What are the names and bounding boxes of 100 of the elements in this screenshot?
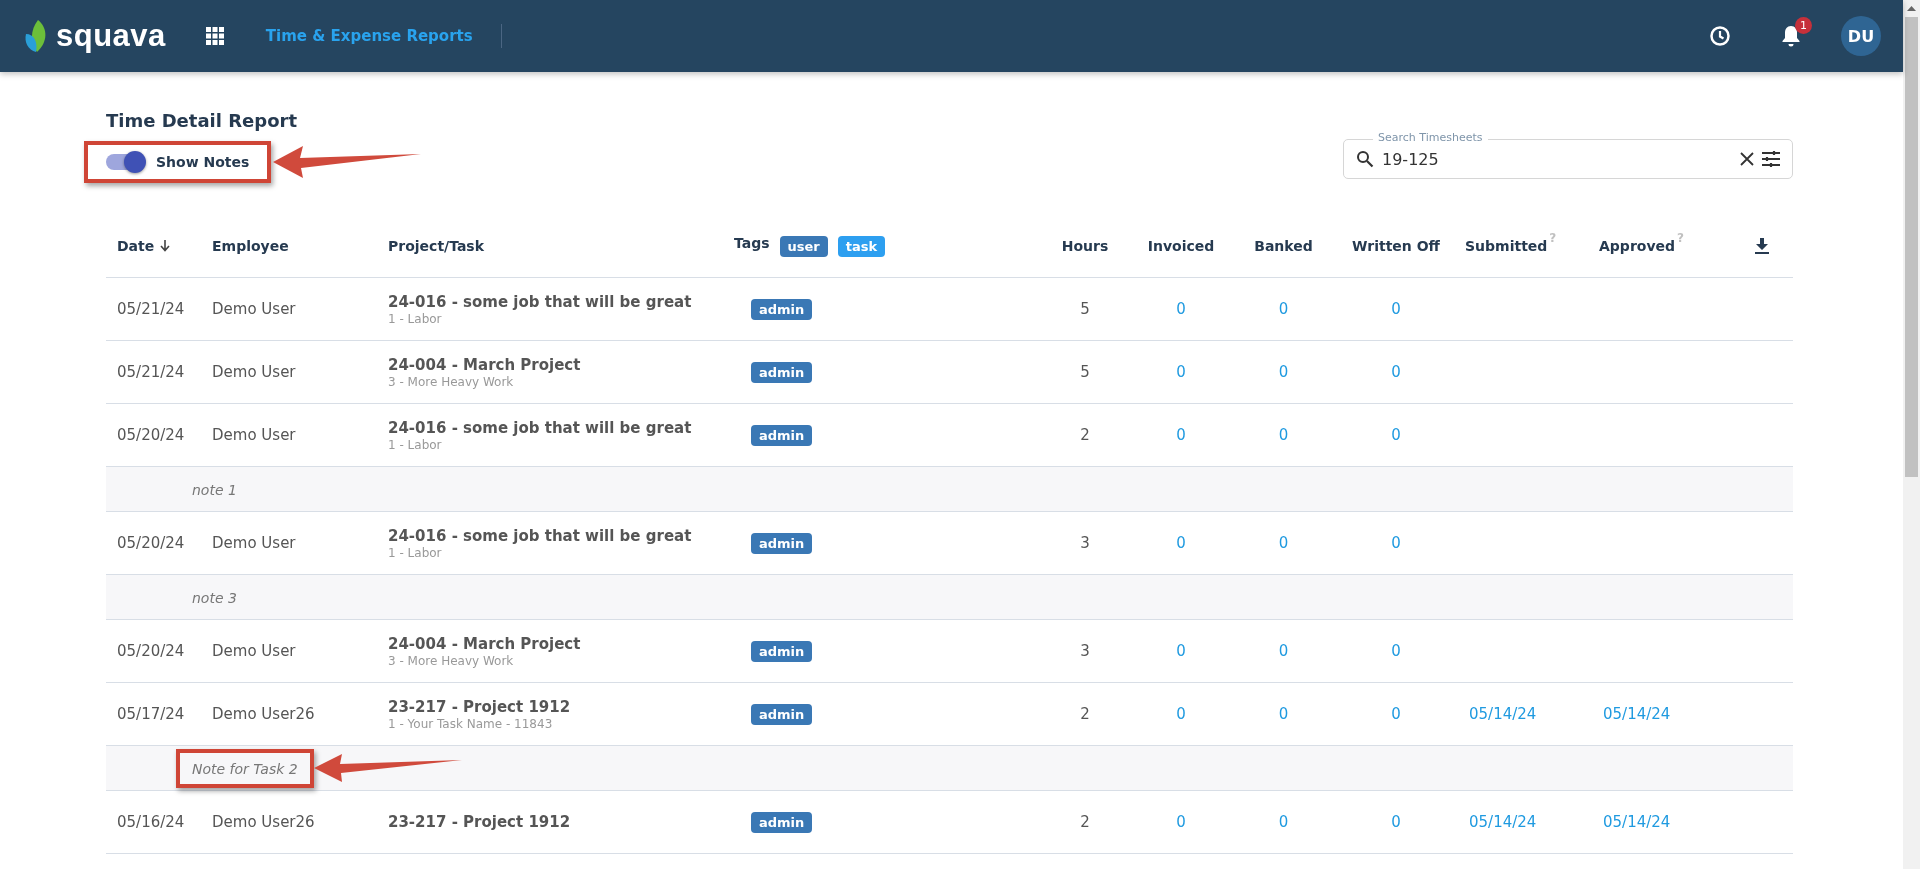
help-mark[interactable]: ? bbox=[1677, 232, 1684, 244]
hours-cell-text: 3 bbox=[1079, 642, 1091, 660]
date-cell-text: 05/16/24 bbox=[116, 813, 186, 831]
column-header[interactable]: Submitted bbox=[1465, 238, 1548, 254]
hours-cell-text: 3 bbox=[1079, 534, 1091, 552]
date-cell-text: 05/20/24 bbox=[116, 642, 186, 660]
written-off-link[interactable]: 0 bbox=[1391, 813, 1401, 831]
employee-cell-text: Demo User bbox=[212, 300, 297, 318]
written-off-link[interactable]: 0 bbox=[1391, 300, 1401, 318]
invoiced-link[interactable]: 0 bbox=[1176, 705, 1186, 723]
project-name[interactable]: 24-016 - some job that will be great bbox=[388, 292, 692, 311]
tag-filter-chip[interactable]: task bbox=[837, 235, 886, 257]
employee-cell-text: Demo User bbox=[212, 534, 297, 552]
banked-link[interactable]: 0 bbox=[1278, 534, 1289, 552]
user-avatar[interactable]: DU bbox=[1841, 16, 1881, 56]
help-mark[interactable]: ? bbox=[1549, 232, 1557, 244]
app-grid-icon[interactable] bbox=[205, 27, 224, 45]
column-header[interactable]: Hours bbox=[1061, 238, 1109, 254]
banked-link[interactable]: 0 bbox=[1278, 363, 1289, 381]
invoiced-link[interactable]: 0 bbox=[1176, 426, 1186, 444]
banked-link[interactable]: 0 bbox=[1278, 705, 1289, 723]
logo-wordmark[interactable]: squava bbox=[56, 18, 166, 54]
hours-cell-text: 5 bbox=[1079, 300, 1091, 318]
column-header[interactable]: Written Off bbox=[1352, 238, 1440, 254]
column-header[interactable]: Project/Task bbox=[388, 238, 485, 254]
note-text: note 3 bbox=[192, 589, 237, 606]
employee-cell-text: Demo User bbox=[212, 363, 297, 381]
employee-cell-text: Demo User26 bbox=[212, 705, 316, 723]
sort-down-arrow-icon[interactable] bbox=[160, 240, 171, 252]
column-header[interactable]: Date bbox=[117, 238, 155, 254]
project-name[interactable]: 24-016 - some job that will be great bbox=[388, 526, 692, 545]
notification-count: 1 bbox=[1795, 17, 1812, 34]
employee-cell-text: Demo User bbox=[212, 426, 297, 444]
employee-cell-text: Demo User26 bbox=[212, 813, 316, 831]
hours-cell-text: 5 bbox=[1079, 363, 1091, 381]
download-icon[interactable] bbox=[1754, 238, 1769, 254]
date-cell-text: 05/21/24 bbox=[116, 300, 186, 318]
project-name[interactable]: 24-016 - some job that will be great bbox=[388, 418, 692, 437]
submitted-date-link[interactable]: 05/14/24 bbox=[1469, 705, 1537, 723]
invoiced-link[interactable]: 0 bbox=[1176, 534, 1186, 552]
hours-cell-text: 2 bbox=[1079, 813, 1091, 831]
written-off-link[interactable]: 0 bbox=[1391, 363, 1401, 381]
task-name: 3 - More Heavy Work bbox=[388, 374, 514, 389]
search-icon bbox=[1356, 150, 1374, 168]
written-off-link[interactable]: 0 bbox=[1391, 426, 1401, 444]
invoiced-link[interactable]: 0 bbox=[1176, 813, 1186, 831]
column-header[interactable]: Employee bbox=[212, 238, 289, 254]
project-name[interactable]: 24-004 - March Project bbox=[388, 355, 581, 374]
approved-date-link[interactable]: 05/14/24 bbox=[1603, 813, 1671, 831]
tag-chip: admin bbox=[751, 361, 813, 383]
clock-icon[interactable] bbox=[1709, 25, 1731, 47]
task-name: 3 - More Heavy Work bbox=[388, 653, 514, 668]
banked-link[interactable]: 0 bbox=[1278, 426, 1289, 444]
tag-chip: admin bbox=[751, 298, 813, 320]
employee-cell-text: Demo User bbox=[212, 642, 297, 660]
column-header[interactable]: Invoiced bbox=[1147, 238, 1215, 254]
note-text: Note for Task 2 bbox=[192, 760, 298, 777]
scrollbar[interactable] bbox=[1903, 0, 1920, 869]
task-name: 1 - Labor bbox=[388, 311, 442, 326]
banked-link[interactable]: 0 bbox=[1278, 813, 1289, 831]
written-off-link[interactable]: 0 bbox=[1391, 534, 1401, 552]
date-cell-text: 05/20/24 bbox=[116, 426, 186, 444]
tag-chip: admin bbox=[751, 811, 813, 833]
task-name: 1 - Labor bbox=[388, 437, 442, 452]
show-notes-toggle[interactable]: Show Notes bbox=[106, 154, 250, 170]
banked-link[interactable]: 0 bbox=[1278, 642, 1289, 660]
approved-date-link[interactable]: 05/14/24 bbox=[1603, 705, 1671, 723]
date-cell-text: 05/21/24 bbox=[116, 363, 186, 381]
scrollbar-thumb[interactable] bbox=[1905, 17, 1918, 477]
column-header[interactable]: Tags bbox=[734, 235, 770, 251]
invoiced-link[interactable]: 0 bbox=[1176, 642, 1186, 660]
page-title: Time Detail Report bbox=[106, 110, 298, 131]
column-header[interactable]: Banked bbox=[1254, 238, 1313, 254]
scroll-up-icon[interactable] bbox=[1907, 6, 1916, 11]
submitted-date-link[interactable]: 05/14/24 bbox=[1469, 813, 1537, 831]
filter-sliders-icon[interactable] bbox=[1762, 151, 1780, 167]
written-off-link[interactable]: 0 bbox=[1391, 642, 1401, 660]
task-name: 1 - Labor bbox=[388, 545, 442, 560]
tag-filter-chip[interactable]: user bbox=[779, 235, 828, 257]
app-title-link[interactable]: Time & Expense Reports bbox=[265, 27, 473, 45]
tag-chip: admin bbox=[751, 640, 813, 662]
written-off-link[interactable]: 0 bbox=[1391, 705, 1401, 723]
project-name[interactable]: 24-004 - March Project bbox=[388, 634, 581, 653]
column-header[interactable]: Approved bbox=[1599, 238, 1676, 254]
invoiced-link[interactable]: 0 bbox=[1176, 300, 1186, 318]
project-name[interactable]: 23-217 - Project 1912 bbox=[388, 813, 571, 831]
tag-chip: admin bbox=[751, 424, 813, 446]
task-name: 1 - Your Task Name - 11843 bbox=[388, 716, 553, 731]
invoiced-link[interactable]: 0 bbox=[1176, 363, 1186, 381]
hours-cell-text: 2 bbox=[1079, 426, 1091, 444]
banked-link[interactable]: 0 bbox=[1278, 300, 1289, 318]
date-cell-text: 05/20/24 bbox=[116, 534, 186, 552]
hours-cell-text: 2 bbox=[1079, 705, 1091, 723]
note-text: note 1 bbox=[192, 481, 237, 498]
bell-icon[interactable] bbox=[1781, 25, 1801, 47]
close-icon[interactable] bbox=[1740, 152, 1754, 166]
tag-chip: admin bbox=[751, 703, 813, 725]
project-name[interactable]: 23-217 - Project 1912 bbox=[388, 697, 571, 716]
tag-chip: admin bbox=[751, 532, 813, 554]
date-cell-text: 05/17/24 bbox=[116, 705, 186, 723]
